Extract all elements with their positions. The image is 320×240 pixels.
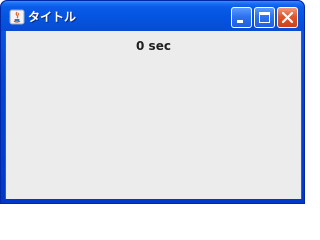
app-window: タイトル 0 sec [0, 0, 305, 204]
close-icon [281, 11, 294, 24]
close-button[interactable] [277, 7, 298, 28]
timer-label: 0 sec [136, 39, 171, 53]
window-bottom-frame [1, 199, 304, 203]
content-panel: 0 sec [5, 31, 302, 200]
java-app-icon[interactable] [9, 9, 25, 25]
maximize-button[interactable] [254, 7, 275, 28]
maximize-icon [259, 12, 270, 23]
title-bar[interactable]: タイトル [1, 1, 304, 31]
minimize-button[interactable] [231, 7, 252, 28]
minimize-icon [237, 20, 243, 23]
window-title: タイトル [28, 10, 77, 24]
